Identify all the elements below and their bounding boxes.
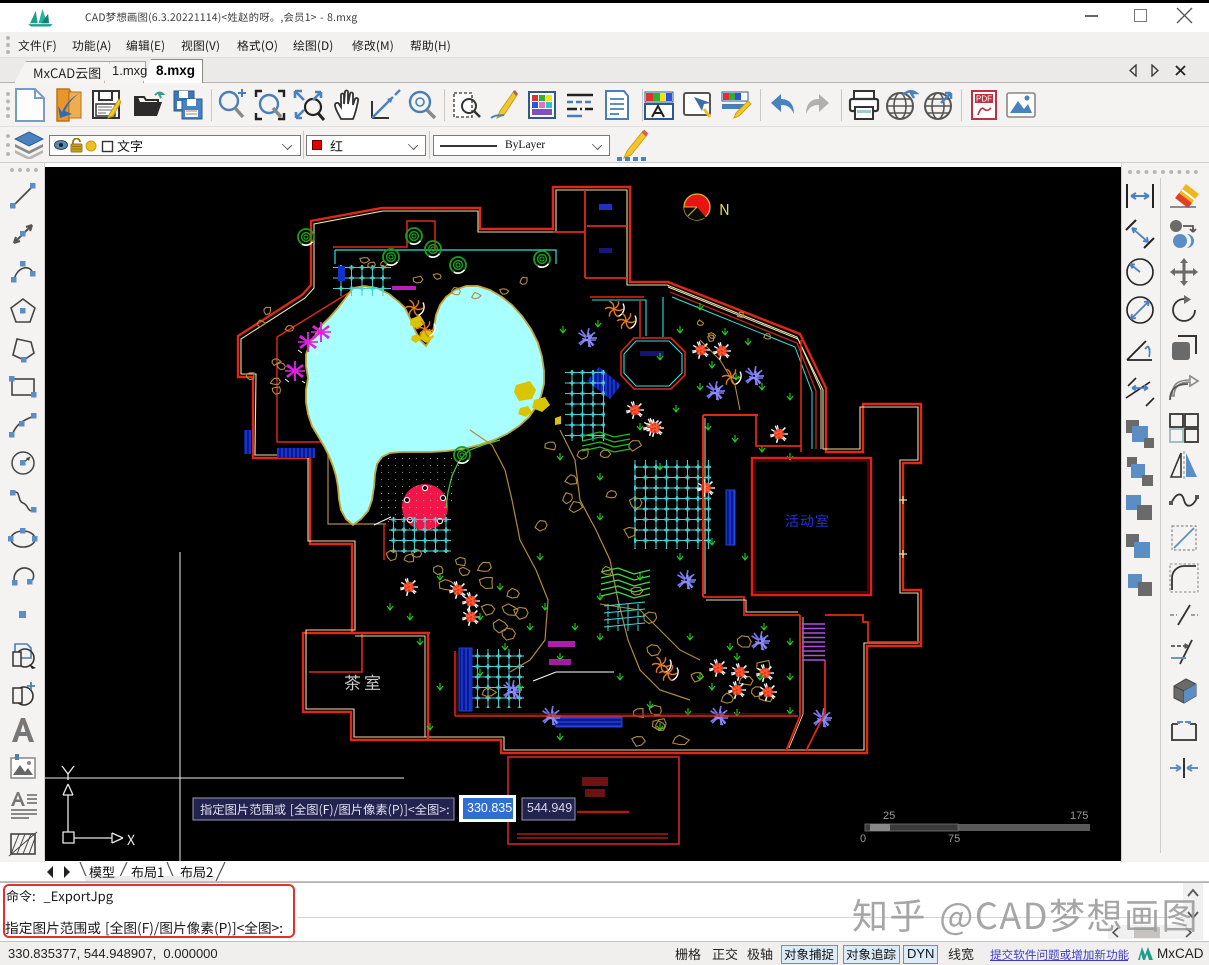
svg-text:PDF: PDF <box>976 95 992 104</box>
